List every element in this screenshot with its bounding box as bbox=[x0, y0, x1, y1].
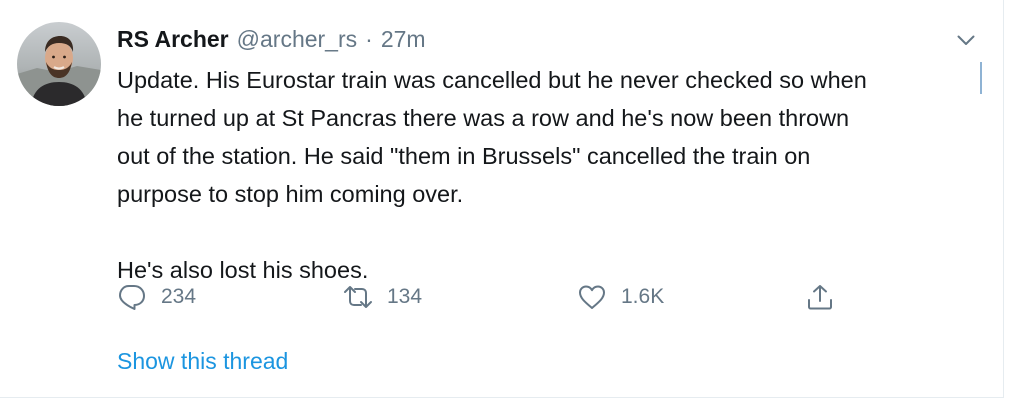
reply-icon bbox=[119, 285, 145, 310]
retweet-icon bbox=[344, 286, 372, 308]
reply-count: 234 bbox=[161, 285, 197, 308]
tweet-actions: 234 134 1.6K bbox=[0, 282, 1004, 312]
reply-button[interactable]: 234 bbox=[117, 282, 196, 312]
avatar-image bbox=[17, 22, 101, 106]
like-button[interactable]: 1.6K bbox=[577, 282, 664, 312]
heart-icon bbox=[579, 285, 605, 309]
tweet-text-line: out of the station. He said "them in Bru… bbox=[117, 143, 811, 169]
tweet-text-line: purpose to stop him coming over. bbox=[117, 181, 464, 207]
author-name[interactable]: RS Archer bbox=[117, 26, 229, 53]
tweet-header: RS Archer @archer_rs · 27m bbox=[117, 26, 426, 54]
tweet-text-line: Update. His Eurostar train was cancelled… bbox=[117, 67, 867, 93]
chevron-down-icon bbox=[957, 35, 975, 45]
separator-dot: · bbox=[365, 26, 373, 52]
tweet-text: Update. His Eurostar train was cancelled… bbox=[117, 61, 987, 289]
share-icon bbox=[808, 285, 832, 310]
like-count: 1.6K bbox=[621, 285, 665, 308]
text-cursor bbox=[980, 62, 982, 94]
timestamp[interactable]: 27m bbox=[381, 26, 426, 53]
tweet-text-line: he turned up at St Pancras there was a r… bbox=[117, 105, 850, 131]
tweet-card[interactable]: RS Archer @archer_rs · 27m Update. His E… bbox=[0, 0, 1004, 398]
avatar[interactable] bbox=[17, 22, 101, 106]
more-options-button[interactable] bbox=[950, 28, 982, 52]
author-handle[interactable]: @archer_rs bbox=[237, 26, 358, 53]
show-thread-link[interactable]: Show this thread bbox=[117, 348, 288, 375]
share-button[interactable] bbox=[805, 282, 835, 312]
retweet-count: 134 bbox=[387, 285, 423, 308]
retweet-button[interactable]: 134 bbox=[343, 282, 422, 312]
